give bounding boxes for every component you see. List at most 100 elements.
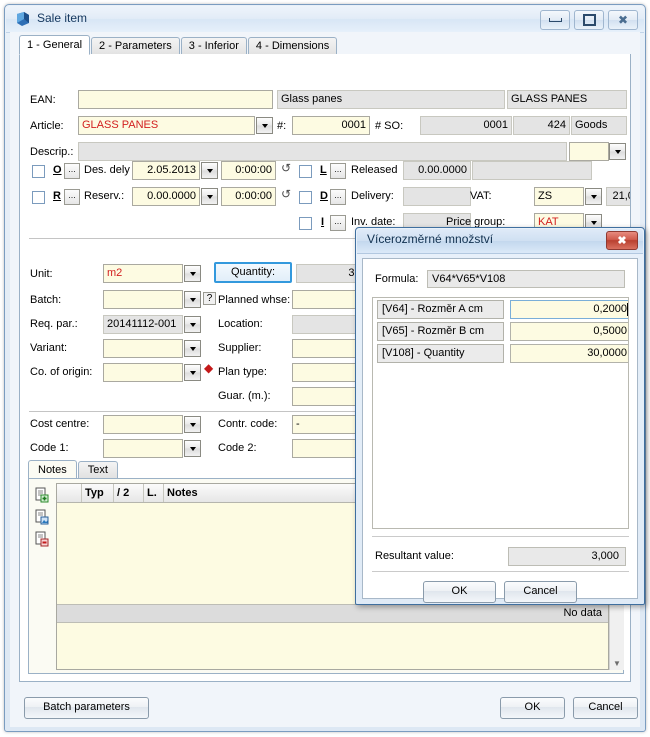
item-kind-field: Goods: [571, 116, 627, 135]
req-par-field[interactable]: 20141112-001: [103, 315, 183, 334]
variable-row: [V64] - Rozměr A cm 0,2000: [373, 298, 628, 320]
maximize-button[interactable]: [574, 10, 604, 30]
variable-value-input[interactable]: 0,2000: [510, 300, 628, 319]
tab-dimensions-label: 4 - Dimensions: [255, 40, 330, 52]
code2-label: Code 2:: [218, 442, 257, 454]
unit-dropdown-button[interactable]: [184, 265, 201, 282]
supplier-label: Supplier:: [218, 342, 262, 354]
order-hotkey-label: O: [53, 164, 62, 176]
article-dropdown-button[interactable]: [256, 117, 273, 134]
req-par-dropdown-button[interactable]: [184, 316, 201, 333]
cost-centre-label: Cost centre:: [30, 418, 90, 430]
inv-date-browse-button[interactable]: ...: [330, 215, 346, 231]
code1-input[interactable]: [103, 439, 183, 458]
unit-label: Unit:: [30, 268, 53, 280]
article-input[interactable]: GLASS PANES: [78, 116, 255, 135]
delivery-checkbox[interactable]: [299, 191, 312, 204]
tab-parameters[interactable]: 2 - Parameters: [91, 37, 180, 55]
inv-date-hotkey-label: I: [321, 216, 325, 228]
help-icon[interactable]: ?: [203, 292, 216, 305]
dialog-divider-1: [372, 536, 629, 537]
grid-col-count[interactable]: / 2: [114, 484, 144, 502]
des-dely-history-icon[interactable]: ↺: [281, 161, 291, 175]
co-origin-input[interactable]: [103, 363, 183, 382]
order-checkbox[interactable]: [32, 165, 45, 178]
reserv-date-input[interactable]: 0.00.0000: [132, 187, 200, 206]
subtab-text[interactable]: Text: [77, 461, 118, 479]
co-origin-label: Co. of origin:: [30, 366, 93, 378]
article-name-field: Glass panes: [277, 90, 505, 109]
descrip2-input[interactable]: [569, 142, 609, 161]
delivery-browse-button[interactable]: ...: [330, 189, 346, 205]
reserv-checkbox[interactable]: [32, 191, 45, 204]
descrip-label: Descrip.:: [30, 146, 74, 158]
reserv-hotkey-label: R: [53, 190, 61, 202]
inv-date-checkbox[interactable]: [299, 217, 312, 230]
grid-col-typ[interactable]: Typ: [82, 484, 114, 502]
released-label: Released: [351, 164, 398, 176]
order-browse-button[interactable]: ...: [64, 163, 80, 179]
scroll-down-icon[interactable]: ▼: [611, 657, 623, 669]
notes-tabstrip: Notes Text: [28, 460, 119, 479]
unit-input[interactable]: m2: [103, 264, 183, 283]
formula-field: V64*V65*V108: [427, 270, 625, 288]
ok-button[interactable]: OK: [500, 697, 565, 719]
reserv-history-icon[interactable]: ↺: [281, 187, 291, 201]
tab-inferior-label: 3 - Inferior: [188, 40, 239, 52]
released-browse-button[interactable]: ...: [330, 163, 346, 179]
quantity-button[interactable]: Quantity:: [214, 262, 292, 283]
co-origin-dropdown-button[interactable]: [184, 364, 201, 381]
des-dely-date-dropdown-button[interactable]: [201, 162, 218, 179]
cancel-button[interactable]: Cancel: [573, 697, 638, 719]
released-checkbox[interactable]: [299, 165, 312, 178]
window-titlebar: Sale item ✖: [6, 6, 644, 33]
vat-dropdown-button[interactable]: [585, 188, 602, 205]
variable-key: [V65] - Rozměr B cm: [377, 322, 504, 341]
window-controls: ✖: [540, 10, 638, 30]
batch-parameters-button[interactable]: Batch parameters: [24, 697, 149, 719]
variant-input[interactable]: [103, 339, 183, 358]
delivery-value-field: [403, 187, 471, 206]
descrip-field[interactable]: [78, 142, 567, 161]
cost-centre-dropdown-button[interactable]: [184, 416, 201, 433]
note-edit-icon[interactable]: [35, 509, 50, 525]
descrip2-dropdown-button[interactable]: [609, 143, 626, 160]
variable-value-input[interactable]: 30,0000: [510, 344, 628, 363]
ean-input[interactable]: [78, 90, 273, 109]
des-dely-time-input[interactable]: 0:00:00: [221, 161, 276, 180]
dialog-cancel-button[interactable]: Cancel: [504, 581, 577, 603]
so-field: 0001: [420, 116, 512, 135]
grid-no-data-row: No data: [57, 604, 608, 623]
vat-input[interactable]: ZS: [534, 187, 584, 206]
batch-dropdown-button[interactable]: [184, 291, 201, 308]
close-button[interactable]: ✖: [608, 10, 638, 30]
variable-value-input[interactable]: 0,5000: [510, 322, 628, 341]
resultant-value-label: Resultant value:: [375, 550, 454, 562]
grid-col-notes[interactable]: Notes: [164, 484, 284, 502]
reserv-date-dropdown-button[interactable]: [201, 188, 218, 205]
reserv-time-input[interactable]: 0:00:00: [221, 187, 276, 206]
grid-col-l[interactable]: L.: [144, 484, 164, 502]
tab-inferior[interactable]: 3 - Inferior: [180, 37, 247, 55]
tab-general[interactable]: 1 - General: [19, 35, 91, 55]
dialog-ok-button[interactable]: OK: [423, 581, 496, 603]
hash-input[interactable]: 0001: [292, 116, 370, 135]
variable-row: [V108] - Quantity 30,0000: [373, 342, 628, 364]
article-label: Article:: [30, 120, 64, 132]
variant-dropdown-button[interactable]: [184, 340, 201, 357]
plan-type-spinner-icon[interactable]: ◆: [204, 362, 213, 374]
code1-dropdown-button[interactable]: [184, 440, 201, 457]
minimize-button[interactable]: [540, 10, 570, 30]
released-value-field: 0.00.0000: [403, 161, 471, 180]
dialog-close-button[interactable]: ✖: [606, 231, 638, 250]
reserv-browse-button[interactable]: ...: [64, 189, 80, 205]
dialog-title: Vícerozměrné množství: [367, 232, 494, 246]
note-delete-icon[interactable]: [35, 531, 50, 547]
cost-centre-input[interactable]: [103, 415, 183, 434]
note-add-icon[interactable]: [35, 487, 50, 503]
batch-input[interactable]: [103, 290, 183, 309]
dialog-body: Formula: V64*V65*V108 [V64] - Rozměr A c…: [362, 258, 638, 603]
subtab-notes[interactable]: Notes: [28, 460, 77, 479]
des-dely-date-input[interactable]: 2.05.2013: [132, 161, 200, 180]
tab-dimensions[interactable]: 4 - Dimensions: [247, 37, 338, 55]
